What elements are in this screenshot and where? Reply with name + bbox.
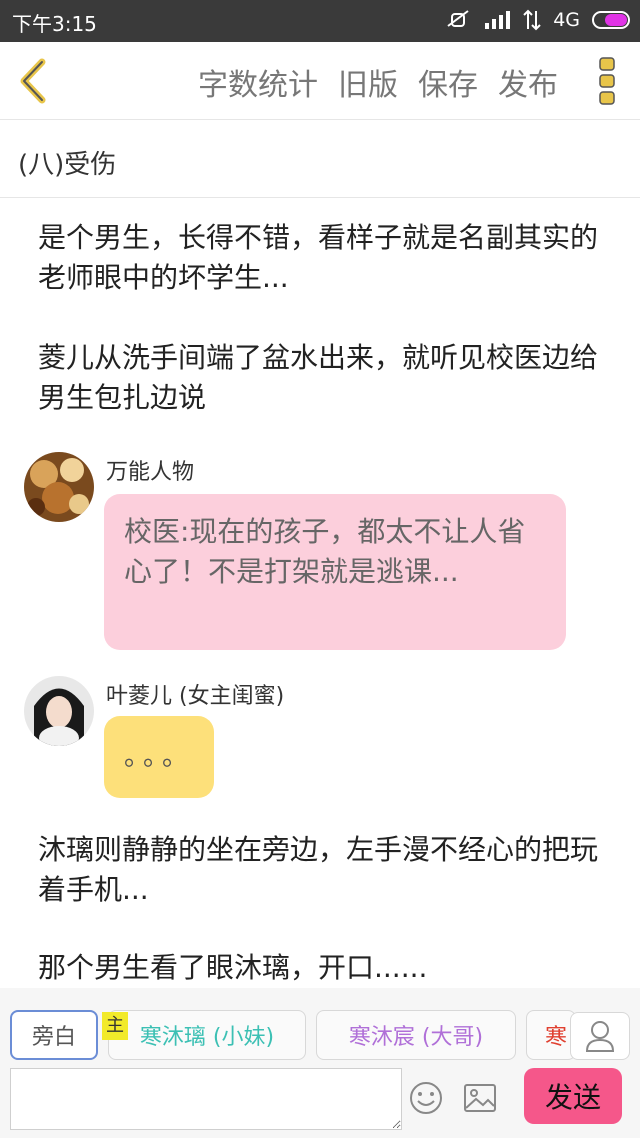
role-button[interactable]: 寒沐宸 (大哥) [316, 1010, 516, 1060]
avatar[interactable] [24, 676, 94, 746]
role-button[interactable]: 寒 [526, 1010, 576, 1060]
role-narration-button[interactable]: 旁白 [10, 1010, 98, 1060]
dialog-bubble[interactable]: 。。。 [104, 716, 214, 798]
narration-paragraph[interactable]: 沐璃则静静的坐在旁边，左手漫不经心的把玩着手机... [38, 830, 598, 910]
send-button[interactable]: 发送 [524, 1068, 622, 1124]
image-icon[interactable] [462, 1080, 498, 1116]
network-type: 4G [553, 9, 580, 31]
narration-paragraph[interactable]: 菱儿从洗手间端了盆水出来，就听见校医边给男生包扎边说 [38, 338, 598, 418]
mute-icon [447, 10, 469, 27]
role-button[interactable]: 寒沐璃 (小妹) [108, 1010, 306, 1060]
save-button[interactable]: 保存 [418, 60, 478, 104]
status-icons: 4G [445, 8, 630, 32]
status-time: 下午3:15 [12, 12, 97, 36]
battery-icon [592, 11, 630, 29]
chapter-title-bar[interactable]: (八)受伤 [0, 120, 640, 198]
speaker-name: 叶菱儿 (女主闺蜜) [106, 684, 285, 709]
data-transfer-icon [523, 9, 541, 31]
narration-paragraph[interactable]: 那个男生看了眼沐璃，开口...... [38, 948, 598, 988]
word-count-button[interactable]: 字数统计 [198, 60, 318, 104]
speaker-name: 万能人物 [106, 460, 195, 485]
publish-button[interactable]: 发布 [498, 60, 558, 104]
input-bar: 发送 [0, 1066, 640, 1138]
status-bar: 下午3:15 4G [0, 0, 640, 42]
chapter-title: (八)受伤 [18, 150, 117, 180]
narration-paragraph[interactable]: 是个男生，长得不错，看样子就是名副其实的老师眼中的坏学生... [38, 218, 598, 298]
main-character-tag: 主 [102, 1012, 128, 1040]
avatar[interactable] [24, 452, 94, 522]
emoji-icon[interactable] [408, 1080, 444, 1116]
old-version-button[interactable]: 旧版 [338, 60, 398, 104]
character-manage-button[interactable] [570, 1012, 630, 1060]
message-input[interactable] [10, 1068, 402, 1130]
hd-signal-icon [485, 11, 511, 29]
more-menu-icon[interactable] [598, 56, 616, 106]
dialog-bubble[interactable]: 校医:现在的孩子，都太不让人省心了！不是打架就是逃课... [104, 494, 566, 650]
person-icon [585, 1021, 615, 1052]
editor-toolbar: 字数统计 旧版 保存 发布 [0, 42, 640, 120]
toolbar-actions: 字数统计 旧版 保存 发布 [198, 60, 558, 104]
back-arrow-icon[interactable] [12, 54, 56, 108]
